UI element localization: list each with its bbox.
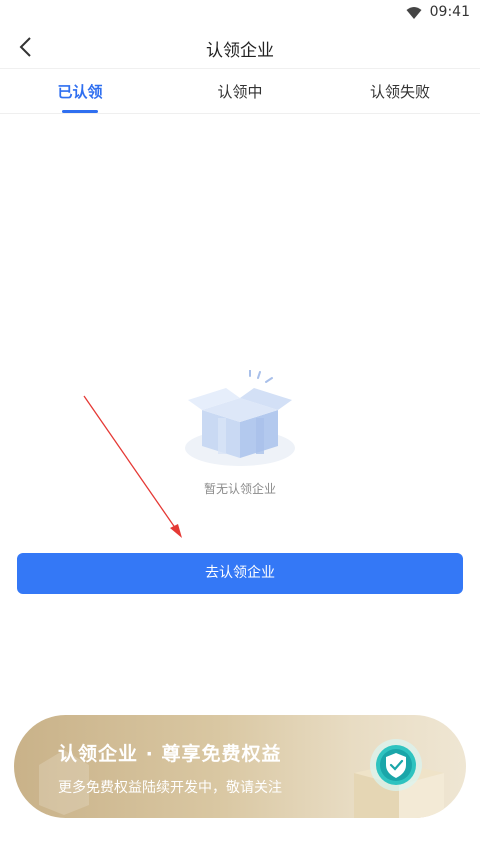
- empty-state-text: 暂无认领企业: [203, 482, 276, 496]
- tab-active-indicator: [62, 110, 98, 113]
- tab-claim-failed[interactable]: 认领失败: [360, 81, 440, 102]
- page-title: 认领企业: [206, 41, 274, 61]
- empty-box-icon: [185, 370, 295, 466]
- shield-check-icon: [354, 739, 444, 818]
- status-time: 09:41: [429, 4, 470, 20]
- tab-bar: 已认领 认领中 认领失败: [0, 68, 480, 114]
- tab-claimed[interactable]: 已认领: [40, 81, 120, 102]
- wifi-icon: [406, 7, 422, 19]
- promo-subtitle: 更多免费权益陆续开发中，敬请关注: [58, 780, 282, 796]
- status-bar: 09:41: [0, 0, 480, 26]
- tab-claiming[interactable]: 认领中: [200, 81, 280, 102]
- promo-title: 认领企业 · 尊享免费权益: [58, 743, 282, 765]
- promo-banner[interactable]: 认领企业 · 尊享免费权益 更多免费权益陆续开发中，敬请关注: [14, 715, 466, 818]
- nav-bar: 认领企业: [0, 26, 480, 68]
- annotation-arrow-icon: [83, 395, 182, 538]
- claim-enterprise-button[interactable]: 去认领企业: [17, 553, 463, 594]
